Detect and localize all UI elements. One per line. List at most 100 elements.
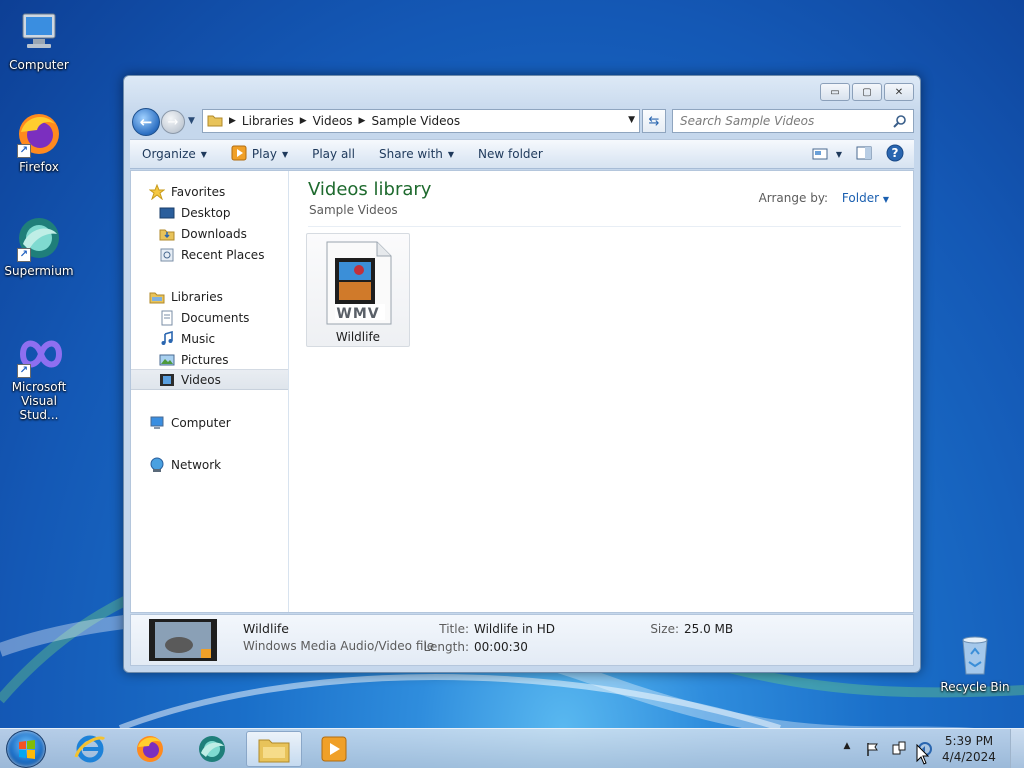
play-label: Play — [251, 147, 277, 161]
chevron-down-icon: ▼ — [835, 149, 842, 159]
video-thumbnail — [149, 619, 217, 661]
content-pane: Favorites Desktop Downloads Recent Place… — [130, 170, 914, 613]
explorer-window[interactable]: ▭ ▢ ✕ ← → ▼ ▶ Libraries ▶ Videos ▶ Sampl… — [123, 75, 921, 673]
breadcrumb-separator-icon: ▶ — [299, 116, 307, 126]
nav-item-label: Libraries — [171, 289, 223, 304]
star-icon — [148, 183, 166, 200]
shortcut-arrow-icon: ↗ — [17, 364, 31, 378]
breadcrumb-separator-icon: ▶ — [229, 116, 236, 126]
chevron-down-icon: ▼ — [200, 149, 207, 159]
view-controls: ▼ ? — [812, 144, 914, 165]
taskbar-app-supermium[interactable] — [184, 731, 240, 767]
recent-pages-dropdown[interactable]: ▼ — [188, 116, 195, 126]
desktop-icon-supermium[interactable]: ↗ Supermium — [0, 214, 78, 278]
file-type-badge: WMV — [336, 306, 380, 322]
nav-item-favorites[interactable]: Favorites — [131, 181, 288, 202]
computer-icon — [149, 415, 165, 431]
svg-text:?: ? — [892, 146, 899, 160]
computer-icon — [15, 8, 63, 56]
desktop-icon-label: Firefox — [19, 160, 59, 174]
details-file-type: Windows Media Audio/Video file — [243, 639, 435, 653]
network-status-icon[interactable] — [891, 741, 907, 757]
breadcrumb-libraries[interactable]: Libraries — [242, 114, 294, 128]
nav-item-label: Pictures — [181, 352, 229, 367]
file-list-pane[interactable]: Videos library Sample Videos Arrange by:… — [290, 171, 913, 612]
action-center-flag-icon[interactable] — [865, 741, 881, 757]
organize-button[interactable]: Organize ▼ — [130, 140, 219, 168]
desktop-icon-visual-studio[interactable]: ↗ Microsoft Visual Stud... — [0, 330, 78, 422]
change-view-button[interactable]: ▼ — [812, 147, 842, 161]
desktop-icon-firefox[interactable]: ↗ Firefox — [0, 110, 78, 174]
start-button[interactable] — [6, 730, 46, 768]
nav-item-computer[interactable]: Computer — [131, 412, 288, 433]
system-clock[interactable]: 5:39 PM 4/4/2024 — [938, 733, 1000, 765]
play-icon — [231, 145, 247, 164]
nav-item-recent-places[interactable]: Recent Places — [131, 244, 288, 265]
desktop-icon-label: Recycle Bin — [940, 680, 1010, 694]
desktop-icon-recycle-bin[interactable]: Recycle Bin — [936, 630, 1014, 694]
search-input[interactable]: Search Sample Videos — [672, 109, 914, 133]
chevron-down-icon: ▼ — [447, 149, 455, 159]
nav-item-label: Favorites — [171, 184, 226, 199]
back-button[interactable]: ← — [132, 108, 160, 136]
videos-icon — [159, 372, 175, 388]
nav-item-pictures[interactable]: Pictures — [131, 349, 288, 370]
nav-item-label: Desktop — [181, 205, 231, 220]
help-button[interactable]: ? — [886, 144, 904, 165]
details-length-value: 00:00:30 — [474, 640, 528, 654]
taskbar-app-windows-explorer[interactable] — [246, 731, 302, 767]
new-folder-button[interactable]: New folder — [466, 140, 555, 168]
libraries-icon — [149, 289, 165, 305]
desktop-icon-computer[interactable]: Computer — [0, 8, 78, 72]
arrange-by-value: Folder — [841, 191, 880, 205]
file-item-wildlife[interactable]: WMV Wildlife — [306, 233, 410, 347]
play-button[interactable]: Play ▼ — [219, 140, 300, 168]
details-size-label: Size: — [650, 622, 679, 636]
details-title-value[interactable]: Wildlife in HD — [474, 622, 555, 636]
nav-item-documents[interactable]: Documents — [131, 307, 288, 328]
nav-item-downloads[interactable]: Downloads — [131, 223, 288, 244]
arrow-left-icon: ← — [139, 113, 153, 131]
nav-item-videos[interactable]: Videos — [131, 369, 288, 390]
pictures-icon — [159, 352, 175, 368]
breadcrumb-sample-videos[interactable]: Sample Videos — [371, 114, 460, 128]
close-button[interactable]: ✕ — [884, 83, 914, 101]
clock-date: 4/4/2024 — [942, 750, 996, 764]
taskbar-app-firefox[interactable] — [122, 731, 178, 767]
nav-item-label: Videos — [181, 372, 221, 387]
breadcrumb-videos[interactable]: Videos — [313, 114, 353, 128]
taskbar: ▲ 5:39 PM 4/4/2024 — [0, 728, 1024, 768]
taskbar-app-windows-media-player[interactable] — [306, 731, 362, 767]
network-icon — [149, 457, 165, 473]
nav-item-label: Music — [181, 331, 216, 346]
arrange-by: Arrange by: Folder ▼ — [759, 191, 889, 205]
taskbar-app-internet-explorer[interactable] — [62, 731, 118, 767]
forward-button[interactable]: → — [161, 110, 185, 134]
new-folder-label: New folder — [478, 147, 543, 161]
refresh-button[interactable]: ⇆ — [642, 109, 666, 133]
address-dropdown-icon[interactable]: ▼ — [628, 115, 635, 125]
nav-item-network[interactable]: Network — [131, 454, 288, 475]
view-options-icon — [812, 148, 828, 160]
mouse-cursor-icon — [916, 744, 930, 765]
divider — [308, 226, 901, 227]
nav-item-libraries[interactable]: Libraries — [131, 286, 288, 307]
organize-label: Organize — [142, 147, 196, 161]
minimize-button[interactable]: ▭ — [820, 83, 850, 101]
navigation-pane[interactable]: Favorites Desktop Downloads Recent Place… — [131, 171, 289, 612]
maximize-button[interactable]: ▢ — [852, 83, 882, 101]
firefox-icon: ↗ — [15, 110, 63, 158]
nav-item-music[interactable]: Music — [131, 328, 288, 349]
address-bar[interactable]: ▶ Libraries ▶ Videos ▶ Sample Videos ▼ — [202, 109, 640, 133]
play-all-button[interactable]: Play all — [300, 140, 367, 168]
desktop-icon-label: Microsoft Visual Stud... — [11, 380, 67, 422]
share-with-button[interactable]: Share with ▼ — [367, 140, 466, 168]
nav-item-label: Recent Places — [181, 247, 265, 262]
nav-item-desktop[interactable]: Desktop — [131, 202, 288, 223]
recycle-bin-icon — [951, 630, 999, 678]
preview-pane-button[interactable] — [856, 145, 872, 164]
arrange-by-dropdown[interactable]: Folder ▼ — [842, 191, 889, 205]
show-hidden-icons-icon[interactable]: ▲ — [839, 741, 855, 757]
music-icon — [159, 330, 175, 347]
show-desktop-button[interactable] — [1010, 729, 1024, 768]
